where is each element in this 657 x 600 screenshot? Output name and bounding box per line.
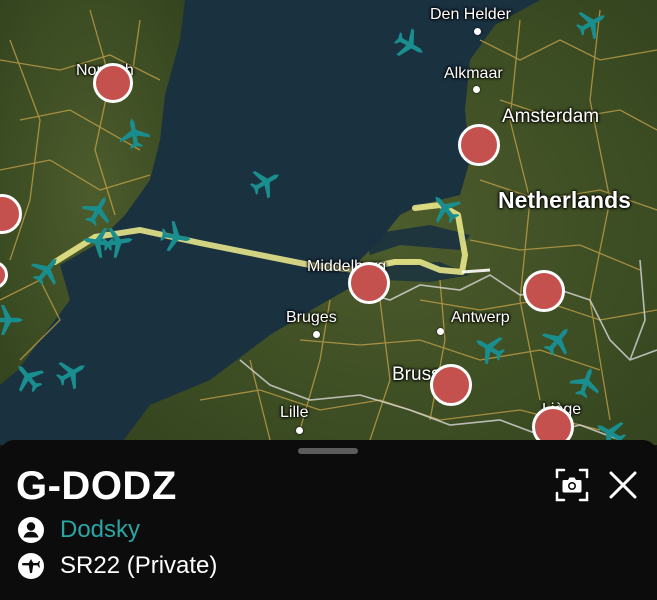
city-dot-alkmaar	[473, 86, 480, 93]
city-dot-lille	[296, 427, 303, 434]
person-icon	[16, 515, 46, 545]
drag-handle[interactable]	[298, 448, 358, 454]
owner-link[interactable]: Dodsky	[60, 516, 140, 544]
close-icon	[609, 471, 637, 499]
airplane-icon[interactable]	[52, 353, 92, 393]
camera-button[interactable]	[554, 467, 590, 503]
airplane-icon[interactable]	[98, 222, 138, 262]
airport-marker-brussels[interactable]	[430, 364, 472, 406]
owner-row: Dodsky	[16, 515, 140, 545]
airplane-icon[interactable]	[246, 162, 286, 202]
city-label-bruges: Bruges	[286, 309, 337, 326]
aircraft-type: SR22 (Private)	[60, 552, 218, 579]
airplane-icon[interactable]	[156, 217, 196, 257]
airplane-icon[interactable]	[0, 300, 28, 340]
airplane-icon[interactable]	[8, 357, 48, 397]
airplane-icon[interactable]	[27, 250, 67, 290]
airplane-icon[interactable]	[114, 113, 154, 153]
city-label-alkmaar: Alkmaar	[444, 65, 503, 82]
city-label-lille: Lille	[280, 404, 309, 421]
city-dot-bruges	[313, 331, 320, 338]
aircraft-info-panel: G-DODZ Dodsky SR22 (Private)	[0, 440, 657, 600]
aircraft-registration: G-DODZ	[16, 464, 177, 508]
airplane-icon[interactable]	[538, 320, 578, 360]
airplane-icon[interactable]	[566, 362, 606, 402]
flight-map[interactable]: Den Helder Alkmaar Amsterdam Netherlands…	[0, 0, 657, 445]
airplane-icon[interactable]	[572, 3, 612, 43]
city-dot-den-helder	[474, 28, 481, 35]
city-label-den-helder: Den Helder	[430, 6, 511, 23]
airport-marker-norwich[interactable]	[93, 63, 133, 103]
airport-marker-middelburg[interactable]	[348, 262, 390, 304]
city-label-amsterdam: Amsterdam	[502, 106, 600, 127]
aircraft-type-row: SR22 (Private)	[16, 551, 217, 581]
airplane-icon[interactable]	[469, 328, 509, 368]
airport-marker-amsterdam[interactable]	[458, 124, 500, 166]
airport-marker-antwerp[interactable]	[523, 270, 565, 312]
airplane-icon[interactable]	[425, 188, 465, 228]
camera-icon	[555, 468, 589, 502]
airplane-icon	[16, 551, 46, 581]
airplane-icon[interactable]	[390, 25, 430, 65]
region-label-netherlands: Netherlands	[498, 187, 631, 213]
close-button[interactable]	[606, 468, 640, 502]
city-dot-antwerp	[437, 328, 444, 335]
city-label-antwerp: Antwerp	[451, 309, 510, 326]
